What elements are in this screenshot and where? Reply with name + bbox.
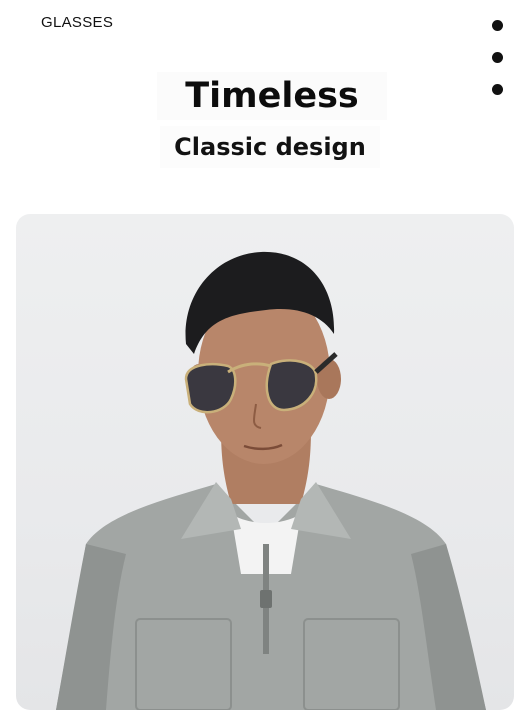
menu-dot	[492, 84, 503, 95]
more-vertical-icon[interactable]	[492, 20, 504, 116]
subtitle-banner: Classic design	[160, 126, 380, 168]
title-banner: Timeless	[157, 72, 387, 120]
brand-label: GLASSES	[41, 14, 114, 31]
menu-dot	[492, 20, 503, 31]
page-subtitle: Classic design	[174, 133, 366, 161]
page-title: Timeless	[185, 76, 359, 116]
menu-dot	[492, 52, 503, 63]
model-illustration	[56, 251, 486, 710]
product-photo	[16, 214, 514, 710]
